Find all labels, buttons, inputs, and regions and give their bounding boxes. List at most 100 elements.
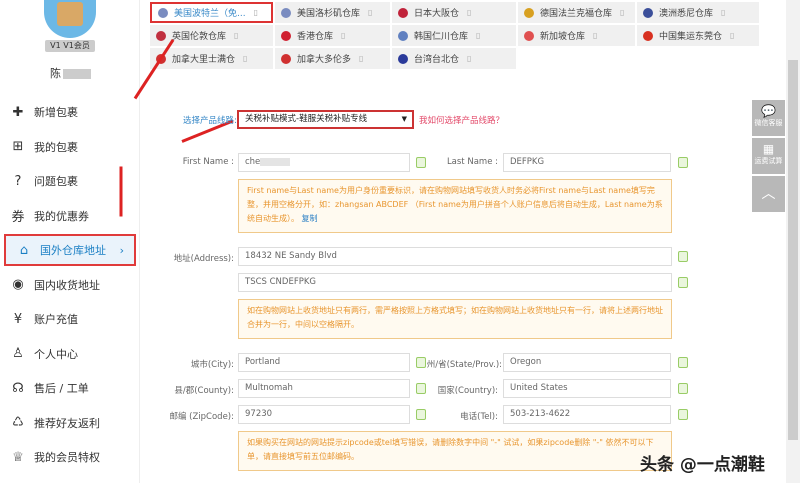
copy-icon[interactable]: ▯ xyxy=(476,31,480,40)
back-to-top-button[interactable]: ︿ xyxy=(752,176,785,212)
sidebar-item-6[interactable]: ¥ 账户充值 xyxy=(0,303,140,335)
name-note: First name与Last name为用户身份重要标识，请在购物网站填写收货… xyxy=(238,179,672,233)
sidebar-item-7[interactable]: ♙ 个人中心 xyxy=(0,338,140,370)
copy-icon[interactable]: ▯ xyxy=(243,54,247,63)
sidebar-item-9[interactable]: ♺ 推荐好友返利 xyxy=(0,407,140,439)
warehouse-label: 澳洲悉尼仓库 xyxy=(659,9,714,19)
address1-field[interactable]: 18432 NE Sandy Blvd xyxy=(238,247,672,266)
copy-icon[interactable]: ▯ xyxy=(593,31,597,40)
zip-field[interactable]: 97230 xyxy=(238,405,410,424)
warehouse-tab-7[interactable]: 韩国仁川仓库 ▯ xyxy=(392,25,516,46)
warehouse-tab-10[interactable]: 加拿大里士满仓 ▯ xyxy=(150,48,273,69)
address-note-text: 如在购物网站上收货地址只有两行，需严格按照上方格式填写；如在购物网站上收货地址只… xyxy=(247,306,663,329)
city-value: Portland xyxy=(245,357,281,367)
copy-icon[interactable] xyxy=(678,383,688,394)
last-name-field[interactable]: DEFPKG xyxy=(503,153,671,172)
last-name-label: Last Name : xyxy=(446,157,498,167)
tel-label: 电话(Tel): xyxy=(460,412,498,422)
sidebar-item-5[interactable]: ◉ 国内收货地址 xyxy=(0,269,140,301)
calculator-icon: ▦ xyxy=(762,142,775,156)
copy-icon[interactable]: ▯ xyxy=(467,8,471,17)
flag-icon xyxy=(158,7,168,18)
first-name-field[interactable]: che xyxy=(238,153,410,172)
city-field[interactable]: Portland xyxy=(238,353,410,372)
copy-icon[interactable] xyxy=(678,409,688,420)
member-level-badge: V1 V1会员 xyxy=(45,40,95,52)
sidebar-item-label: 国内收货地址 xyxy=(34,278,100,292)
avatar[interactable] xyxy=(44,0,96,38)
zip-value: 97230 xyxy=(245,409,273,419)
warehouse-tab-12[interactable]: 台湾台北仓 ▯ xyxy=(392,48,516,69)
warehouse-label: 台湾台北仓 xyxy=(414,55,460,65)
route-help-link[interactable]: 我如何选择产品线路？ xyxy=(419,114,504,126)
user-name-text: 陈 xyxy=(50,67,61,80)
flag-icon xyxy=(281,7,291,18)
warehouse-tab-2[interactable]: 日本大阪仓 ▯ xyxy=(392,2,516,23)
warehouse-label: 香港仓库 xyxy=(297,32,334,42)
sidebar-item-4[interactable]: ⌂ 国外仓库地址 › xyxy=(4,234,136,266)
route-select[interactable]: 关税补贴模式-鞋服关税补贴专线 ▼ xyxy=(237,110,414,129)
chevron-up-icon: ︿ xyxy=(761,186,776,202)
copy-icon[interactable] xyxy=(678,357,688,368)
home-icon: ⌂ xyxy=(19,242,29,258)
sidebar-item-label: 我的包裹 xyxy=(34,140,78,154)
county-label: 县/郡(County): xyxy=(174,386,234,396)
chevron-right-icon: › xyxy=(119,243,124,257)
service-icon: ☊ xyxy=(12,380,24,396)
copy-icon[interactable]: ▯ xyxy=(254,8,258,17)
copy-icon[interactable] xyxy=(678,251,688,262)
zip-note-text: 如果购买在网站的网站提示zipcode或tel填写错误，请删除数字中间 "-" … xyxy=(247,438,654,461)
first-name-label: First Name : xyxy=(182,157,234,167)
share-icon: ♺ xyxy=(12,415,24,430)
copy-icon[interactable]: ▯ xyxy=(730,31,734,40)
flag-icon xyxy=(281,30,291,41)
tel-field[interactable]: 503-213-4622 xyxy=(503,405,671,424)
country-field[interactable]: United States xyxy=(503,379,671,398)
zip-note: 如果购买在网站的网站提示zipcode或tel填写错误，请删除数字中间 "-" … xyxy=(238,431,672,471)
crown-icon: ♕ xyxy=(12,449,24,465)
copy-icon[interactable]: ▯ xyxy=(368,8,372,17)
county-field[interactable]: Multnomah xyxy=(238,379,410,398)
copy-icon[interactable]: ▯ xyxy=(234,31,238,40)
dropdown-icon: ▼ xyxy=(401,115,407,123)
warehouse-tab-3[interactable]: 德国法兰克福仓库 ▯ xyxy=(518,2,635,23)
copy-link[interactable]: 复制 xyxy=(302,214,318,223)
warehouse-label: 加拿大多伦多 xyxy=(297,55,352,65)
location-icon: ◉ xyxy=(12,277,24,292)
warehouse-tab-11[interactable]: 加拿大多伦多 ▯ xyxy=(275,48,390,69)
copy-icon[interactable] xyxy=(678,277,688,288)
sidebar-item-10[interactable]: ♕ 我的会员特权 xyxy=(0,441,140,473)
flag-icon xyxy=(643,7,653,18)
warehouse-tab-6[interactable]: 香港仓库 ▯ xyxy=(275,25,390,46)
route-select-value: 关税补贴模式-鞋服关税补贴专线 xyxy=(245,114,368,124)
copy-icon[interactable]: ▯ xyxy=(467,54,471,63)
copy-icon[interactable] xyxy=(416,157,426,168)
copy-icon[interactable]: ▯ xyxy=(721,8,725,17)
warehouse-tab-1[interactable]: 美国洛杉矶仓库 ▯ xyxy=(275,2,390,23)
copy-icon[interactable]: ▯ xyxy=(341,31,345,40)
warehouse-label: 美国洛杉矶仓库 xyxy=(297,9,361,19)
sidebar-item-label: 推荐好友返利 xyxy=(34,416,100,430)
copy-icon[interactable] xyxy=(678,157,688,168)
copy-icon[interactable]: ▯ xyxy=(359,54,363,63)
warehouse-tab-9[interactable]: 中国集运东莞仓 ▯ xyxy=(637,25,759,46)
shipping-calculator-button[interactable]: ▦ 运费试算 xyxy=(752,138,785,174)
state-field[interactable]: Oregon xyxy=(503,353,671,372)
warehouse-tab-8[interactable]: 新加坡仓库 ▯ xyxy=(518,25,635,46)
warehouse-label: 德国法兰克福仓库 xyxy=(540,9,613,19)
city-label: 城市(City): xyxy=(190,360,234,370)
warehouse-tab-0[interactable]: 美国波特兰（免... ▯ xyxy=(150,2,273,23)
last-name-value: DEFPKG xyxy=(510,157,545,167)
warehouse-label: 美国波特兰（免... xyxy=(174,9,246,19)
watermark: 头条 @一点潮鞋 xyxy=(640,455,765,475)
sidebar-item-1[interactable]: ⊞ 我的包裹 xyxy=(0,131,140,163)
chat-icon: 💬 xyxy=(761,104,776,118)
sidebar-item-0[interactable]: ✚ 新增包裹 xyxy=(0,96,140,128)
wechat-service-button[interactable]: 💬 微信客服 xyxy=(752,100,785,136)
copy-icon[interactable]: ▯ xyxy=(620,8,624,17)
warehouse-tab-4[interactable]: 澳洲悉尼仓库 ▯ xyxy=(637,2,759,23)
flag-icon xyxy=(398,53,408,64)
address2-field[interactable]: TSCS CNDEFPKG xyxy=(238,273,672,292)
scrollbar[interactable] xyxy=(786,0,800,483)
sidebar-item-8[interactable]: ☊ 售后 / 工单 xyxy=(0,372,140,404)
